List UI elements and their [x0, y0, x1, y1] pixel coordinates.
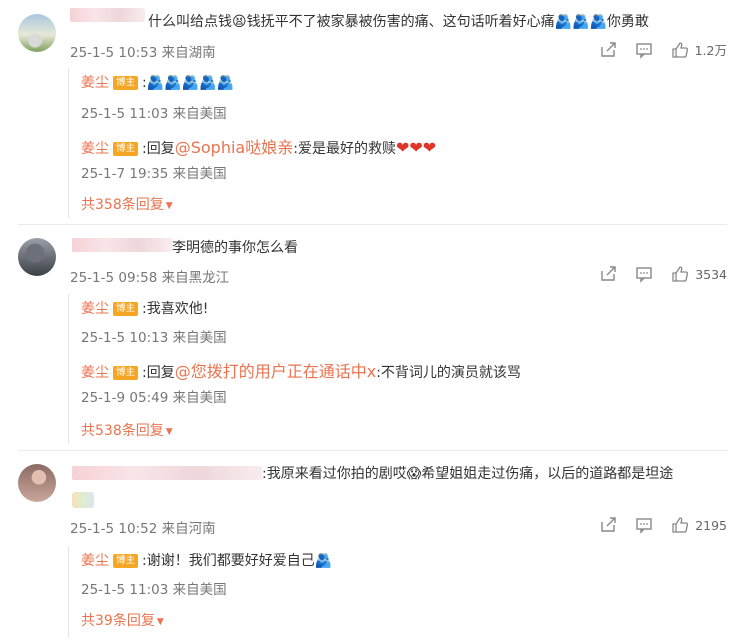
- avatar[interactable]: [18, 14, 56, 52]
- reply-1: 姜尘 博主:谢谢！我们都要好好爱自己🫂 25-1-5 11:03 来自美国: [81, 550, 333, 598]
- comment-actions: 1.2万: [581, 40, 727, 59]
- reply-mention[interactable]: @Sophia哒娘亲: [175, 138, 294, 157]
- caret-down-icon: ▼: [165, 201, 173, 211]
- like-button[interactable]: 3534: [671, 265, 727, 283]
- reply-author[interactable]: 姜尘: [81, 365, 109, 381]
- share-icon: [601, 517, 616, 532]
- reply-2: 姜尘 博主:回复@Sophia哒娘亲:爱是最好的救赎❤❤❤ 25-1-7 19:3…: [81, 134, 437, 182]
- reply-author[interactable]: 姜尘: [81, 301, 109, 317]
- comment-meta: 25-1-5 10:53 来自湖南: [70, 45, 216, 61]
- blurred-username: [70, 8, 145, 22]
- reply-thread: 姜尘 博主:我喜欢他! 25-1-5 10:13 来自美国 姜尘 博主:回复@您拨打…: [68, 294, 729, 444]
- share-button[interactable]: [599, 265, 617, 283]
- more-replies-link[interactable]: 共39条回复 ▼: [81, 610, 164, 630]
- divider: [18, 450, 727, 451]
- blurred-username: [72, 466, 262, 480]
- reply-prefix: :回复: [142, 141, 175, 157]
- reply-2: 姜尘 博主:回复@您拨打的用户正在通话中x:不背词儿的演员就该骂 25-1-9 0…: [81, 358, 521, 406]
- reply-body: 谢谢！我们都要好好爱自己🫂: [146, 553, 333, 569]
- blurred-username: [72, 238, 172, 252]
- comment-text: :我原来看过你拍的剧哎😱希望姐姐走过伤痛，以后的道路都是坦途: [262, 466, 674, 482]
- reply-1: 姜尘 博主:🫂🫂🫂🫂🫂 25-1-5 11:03 来自美国: [81, 72, 234, 122]
- caret-down-icon: ▼: [165, 427, 173, 437]
- comment-text: 什么叫给点钱😫钱抚平不了被家暴被伤害的痛、这句话听着好心痛🫂🫂🫂你勇敢: [148, 14, 649, 30]
- share-button[interactable]: [599, 516, 617, 534]
- like-button[interactable]: 1.2万: [671, 40, 727, 59]
- reply-author[interactable]: 姜尘: [81, 553, 109, 569]
- like-button[interactable]: 2195: [671, 516, 727, 534]
- reply-mention[interactable]: @您拨打的用户正在通话中x: [175, 362, 376, 381]
- blogger-badge: 博主: [113, 554, 139, 568]
- avatar[interactable]: [18, 238, 56, 276]
- like-count: 2195: [695, 517, 727, 533]
- like-count: 1.2万: [694, 43, 727, 58]
- reply-meta: 25-1-5 11:03 来自美国: [81, 582, 227, 598]
- blogger-badge: 博主: [113, 302, 139, 316]
- reply-author[interactable]: 姜尘: [81, 75, 109, 91]
- thumbs-up-icon: [671, 41, 688, 58]
- avatar[interactable]: [18, 464, 56, 502]
- reply-author[interactable]: 姜尘: [81, 141, 109, 157]
- more-replies-link[interactable]: 共538条回复 ▼: [81, 420, 173, 440]
- reply-body: :爱是最好的救赎: [293, 141, 396, 157]
- comment-icon: [635, 42, 652, 59]
- divider: [18, 224, 727, 225]
- reply-meta: 25-1-7 19:35 来自美国: [81, 166, 227, 182]
- reply-meta: 25-1-5 10:13 来自美国: [81, 330, 227, 346]
- share-icon: [601, 266, 616, 281]
- caret-down-icon: ▼: [156, 617, 164, 627]
- comment-actions: 2195: [581, 516, 727, 534]
- like-count: 3534: [695, 266, 727, 282]
- thumbs-up-icon: [672, 517, 689, 533]
- more-replies-label: 共538条回复: [81, 423, 164, 439]
- reply-body: 我喜欢他!: [146, 301, 209, 317]
- comment-button[interactable]: [635, 265, 653, 283]
- comment-meta: 25-1-5 10:52 来自河南: [70, 521, 216, 537]
- more-replies-label: 共358条回复: [81, 197, 164, 213]
- comment-text: 李明德的事你怎么看: [172, 240, 298, 256]
- comment-meta: 25-1-5 09:58 来自黑龙江: [70, 270, 230, 286]
- more-replies-label: 共39条回复: [81, 613, 155, 629]
- comment-icon: [636, 267, 652, 283]
- more-replies-link[interactable]: 共358条回复 ▼: [81, 194, 173, 214]
- reply-meta: 25-1-9 05:49 来自美国: [81, 390, 227, 406]
- blogger-badge: 博主: [113, 142, 139, 156]
- blurred-image: [72, 492, 94, 508]
- reply-body: 🫂🫂🫂🫂🫂: [146, 75, 234, 91]
- reply-thread: 姜尘 博主:谢谢！我们都要好好爱自己🫂 25-1-5 11:03 来自美国 共39…: [68, 546, 729, 638]
- reply-1: 姜尘 博主:我喜欢他! 25-1-5 10:13 来自美国: [81, 298, 227, 346]
- comment-actions: 3534: [581, 265, 727, 283]
- reply-prefix: :回复: [142, 365, 175, 381]
- share-button[interactable]: [599, 41, 617, 59]
- blogger-badge: 博主: [113, 76, 139, 90]
- heart-emojis: ❤❤❤: [395, 138, 437, 157]
- reply-body: :不背词儿的演员就该骂: [376, 365, 521, 381]
- comment-button[interactable]: [635, 41, 653, 59]
- reply-thread: 姜尘 博主:🫂🫂🫂🫂🫂 25-1-5 11:03 来自美国 姜尘 博主:回复@Sop…: [68, 68, 729, 218]
- comment-icon: [636, 518, 652, 534]
- reply-meta: 25-1-5 11:03 来自美国: [81, 106, 227, 122]
- blogger-badge: 博主: [113, 366, 139, 380]
- thumbs-up-icon: [672, 266, 689, 282]
- comment-button[interactable]: [635, 516, 653, 534]
- share-icon: [600, 41, 616, 57]
